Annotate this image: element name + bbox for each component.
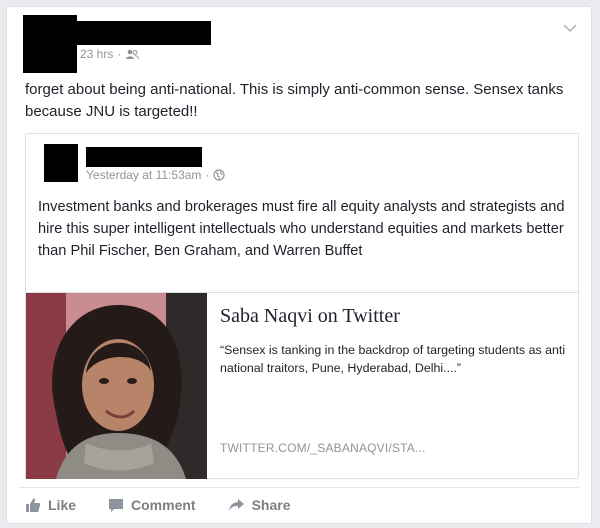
shared-post-timestamp[interactable]: Yesterday at 11:53am <box>86 168 201 182</box>
feed-post-card: 23 hrs · forget about being anti-nationa… <box>6 6 592 524</box>
actions-divider <box>19 487 579 488</box>
share-button[interactable]: Share <box>228 493 291 517</box>
friends-icon <box>126 49 140 59</box>
link-preview-domain: TWITTER.COM/_SABANAQVI/STA... <box>220 441 426 455</box>
link-preview-description: “Sensex is tanking in the backdrop of ta… <box>220 343 566 375</box>
thumbs-up-icon <box>26 498 41 512</box>
chevron-down-icon[interactable] <box>563 23 577 33</box>
comment-button[interactable]: Comment <box>108 493 196 517</box>
comment-icon <box>109 498 124 512</box>
redacted-shared-author-name <box>86 147 202 167</box>
share-label: Share <box>251 497 291 513</box>
post-actions-bar: Like Comment Share <box>25 493 323 517</box>
globe-icon <box>213 169 226 181</box>
post-meta: 23 hrs · <box>80 47 140 61</box>
shared-post: Yesterday at 11:53am · Investment banks … <box>25 133 579 479</box>
comment-label: Comment <box>131 497 196 513</box>
shared-post-meta: Yesterday at 11:53am · <box>86 168 226 182</box>
like-button[interactable]: Like <box>25 493 76 517</box>
like-label: Like <box>48 497 77 513</box>
link-preview-title: Saba Naqvi on Twitter <box>220 305 400 327</box>
redacted-avatar <box>23 15 77 73</box>
share-arrow-icon <box>228 499 244 511</box>
redacted-author-name <box>77 21 211 45</box>
link-preview-card[interactable]: Saba Naqvi on Twitter “Sensex is tanking… <box>26 292 578 479</box>
post-text: forget about being anti-national. This i… <box>25 81 564 120</box>
shared-post-text: Investment banks and brokerages must fir… <box>38 199 565 259</box>
post-timestamp[interactable]: 23 hrs <box>80 47 113 61</box>
link-preview-photo <box>26 293 207 479</box>
redacted-shared-avatar <box>44 144 78 182</box>
